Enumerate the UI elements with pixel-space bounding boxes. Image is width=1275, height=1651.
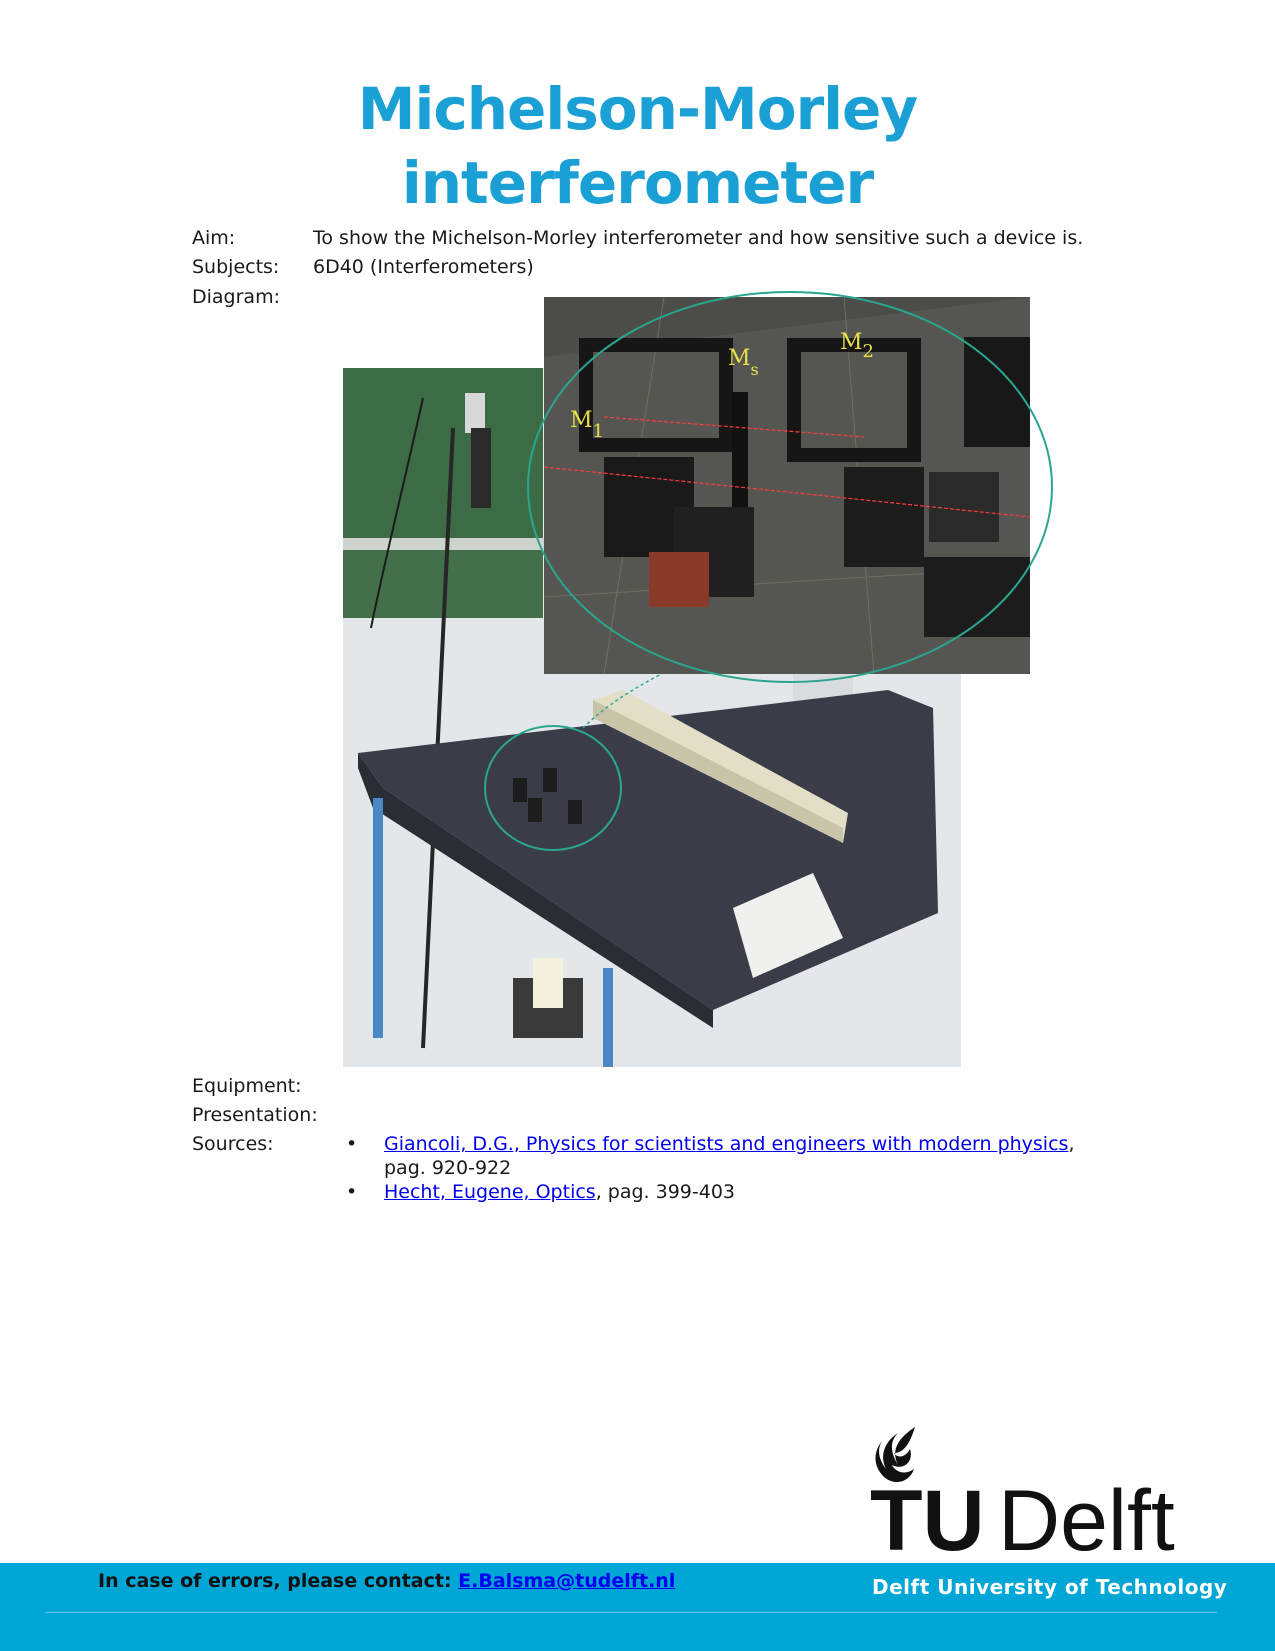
tudelft-logo: TU Delft	[870, 1427, 1175, 1560]
aim-label: Aim:	[192, 227, 236, 249]
university-name: Delft University of Technology	[872, 1575, 1228, 1599]
source-link-giancoli[interactable]: Giancoli, D.G., Physics for scientists a…	[384, 1133, 1068, 1155]
contact-label: In case of errors, please contact:	[98, 1570, 459, 1592]
bullet-icon: •	[346, 1181, 358, 1203]
logo-delft: Delft	[998, 1473, 1175, 1560]
source-item: • Hecht, Eugene, Optics, pag. 399-403	[320, 1180, 1080, 1204]
diagram-label: Diagram:	[192, 286, 280, 308]
aim-value: To show the Michelson-Morley interferome…	[313, 227, 1084, 249]
subjects-value: 6D40 (Interferometers)	[313, 256, 534, 278]
zoom-circle	[527, 291, 1053, 683]
source-item: • Giancoli, D.G., Physics for scientists …	[320, 1132, 1080, 1180]
presentation-label: Presentation:	[192, 1104, 318, 1126]
title-line-1: Michelson-Morley	[357, 75, 918, 143]
document-title: Michelson-Morley interferometer	[0, 72, 1275, 220]
source-pages: , pag. 399-403	[595, 1181, 736, 1203]
bullet-icon: •	[346, 1133, 358, 1155]
sources-list: • Giancoli, D.G., Physics for scientists …	[320, 1132, 1080, 1204]
subjects-label: Subjects:	[192, 256, 280, 278]
footer-divider	[45, 1612, 1217, 1613]
source-link-hecht[interactable]: Hecht, Eugene, Optics	[384, 1181, 596, 1203]
title-line-2: interferometer	[401, 149, 874, 217]
footer-contact: In case of errors, please contact: E.Bal…	[98, 1570, 675, 1592]
contact-email-link[interactable]: E.Balsma@tudelft.nl	[458, 1570, 675, 1592]
sources-label: Sources:	[192, 1133, 274, 1155]
equipment-label: Equipment:	[192, 1075, 302, 1097]
logo-tu: TU	[870, 1473, 985, 1560]
